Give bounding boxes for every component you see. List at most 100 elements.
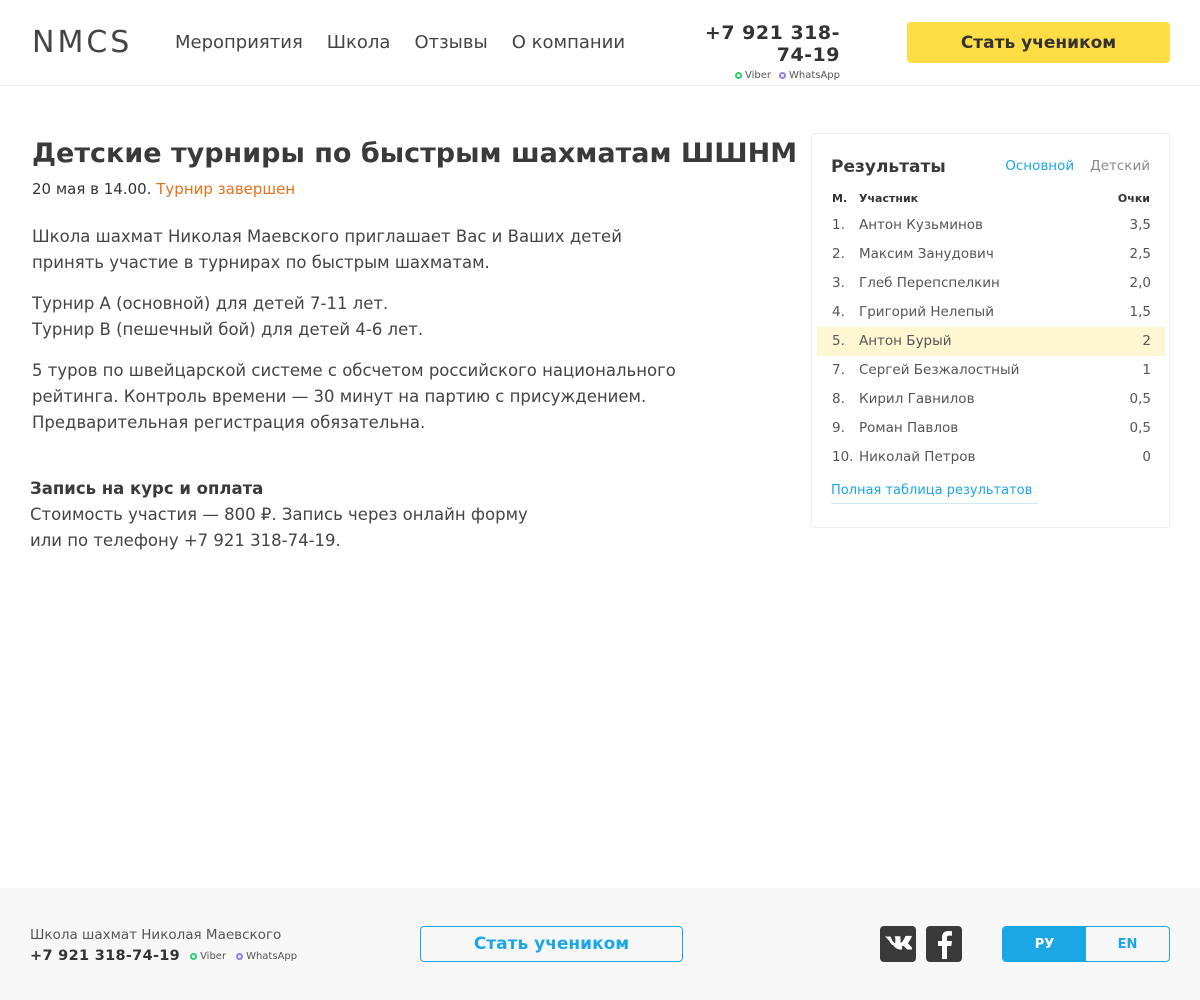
logo[interactable]: NMCS	[32, 26, 132, 60]
footer-become-student-button[interactable]: Стать учеником	[420, 926, 683, 962]
viber-link[interactable]: Viber	[190, 951, 226, 962]
event-status: Турнир завершен	[156, 180, 296, 198]
col-points: Очки	[1117, 192, 1150, 205]
header-messengers: Viber WhatsApp	[674, 70, 840, 81]
row-name: Максим Занудович	[859, 246, 994, 262]
viber-label: Viber	[744, 70, 771, 81]
event-date-line: 20 мая в 14.00. Турнир завершен	[32, 178, 295, 200]
tab-kids[interactable]: Детский	[1090, 158, 1150, 174]
row-points: 2,5	[1129, 246, 1151, 262]
row-place: 4.	[832, 304, 845, 320]
row-place: 5.	[832, 333, 845, 349]
event-rules: 5 туров по швейцарской системе с обсчето…	[32, 358, 732, 436]
site-header: NMCS Мероприятия Школа Отзывы О компании…	[0, 0, 1200, 86]
tournament-a: Турнир А (основной) для детей 7-11 лет.	[32, 294, 389, 313]
table-row: 3. Глеб Перепспелкин 2,0	[817, 269, 1165, 298]
row-points: 0,5	[1129, 420, 1151, 436]
table-row: 9. Роман Павлов 0,5	[817, 414, 1165, 443]
row-place: 2.	[832, 246, 845, 262]
nav-item-about[interactable]: О компании	[512, 30, 625, 56]
nav-item-reviews[interactable]: Отзывы	[414, 30, 487, 56]
viber-dot-icon	[734, 72, 742, 79]
table-row: 7. Сергей Безжалостный 1	[817, 356, 1165, 385]
vk-icon	[885, 935, 912, 950]
lang-en[interactable]: EN	[1086, 927, 1169, 961]
row-points: 0,5	[1129, 391, 1151, 407]
nav-item-school[interactable]: Школа	[327, 30, 391, 56]
row-name: Сергей Безжалостный	[859, 362, 1020, 378]
whatsapp-link[interactable]: WhatsApp	[778, 70, 840, 81]
viber-label: Viber	[200, 950, 227, 962]
whatsapp-dot-icon	[778, 72, 786, 79]
header-contacts: +7 921 318-74-19 Viber WhatsApp	[674, 22, 840, 81]
viber-dot-icon	[190, 952, 198, 960]
row-name: Антон Бурый	[859, 333, 952, 349]
results-panel: Результаты Основной Детский М. Участник …	[811, 133, 1170, 528]
intro-line: принять участие в турнирах по быстрым ша…	[32, 253, 490, 272]
row-name: Антон Кузьминов	[859, 217, 984, 233]
main-nav: Мероприятия Школа Отзывы О компании	[175, 30, 625, 56]
tab-main[interactable]: Основной	[1005, 158, 1074, 174]
table-row: 10. Николай Петров 0	[817, 443, 1165, 472]
registration-line: или по телефону +7 921 318-74-19.	[30, 531, 341, 550]
table-row: 1. Антон Кузьминов 3,5	[817, 211, 1165, 240]
header-phone[interactable]: +7 921 318-74-19	[674, 22, 840, 66]
row-points: 0	[1142, 449, 1151, 465]
footer-contacts: +7 921 318-74-19 Viber WhatsApp	[30, 948, 297, 964]
table-row: 2. Максим Занудович 2,5	[817, 240, 1165, 269]
col-place: М.	[832, 192, 848, 205]
footer-messengers: Viber WhatsApp	[190, 951, 297, 962]
row-points: 1	[1142, 362, 1151, 378]
event-intro: Школа шахмат Николая Маевского приглашае…	[32, 224, 732, 276]
become-student-button[interactable]: Стать учеником	[907, 22, 1170, 63]
registration-text: Стоимость участия — 800 ₽. Запись через …	[30, 502, 550, 554]
results-table-header: М. Участник Очки	[832, 192, 1150, 210]
intro-line: Школа шахмат Николая Маевского приглашае…	[32, 227, 622, 246]
rules-line: рейтинга. Контроль времени — 30 минут на…	[32, 387, 647, 406]
row-points: 2,0	[1129, 275, 1151, 291]
results-title: Результаты	[831, 157, 946, 177]
row-place: 9.	[832, 420, 845, 436]
facebook-icon	[938, 931, 952, 959]
row-place: 8.	[832, 391, 845, 407]
row-place: 3.	[832, 275, 845, 291]
nav-item-events[interactable]: Мероприятия	[175, 30, 303, 56]
row-place: 10.	[832, 449, 854, 465]
footer-school-name: Школа шахмат Николая Маевского	[30, 927, 282, 943]
lang-ru[interactable]: РУ	[1003, 927, 1086, 961]
whatsapp-dot-icon	[236, 952, 244, 960]
rules-line: Предварительная регистрация обязательна.	[32, 413, 426, 432]
full-results-link[interactable]: Полная таблица результатов	[831, 482, 1039, 504]
event-date: 20 мая в 14.00.	[32, 180, 152, 198]
page-title: Детские турниры по быстрым шахматам ШШНМ	[32, 138, 798, 169]
tournament-b: Турнир В (пешечный бой) для детей 4-6 ле…	[32, 320, 424, 339]
table-row-highlighted: 5. Антон Бурый 2	[817, 327, 1165, 356]
row-name: Глеб Перепспелкин	[859, 275, 1000, 291]
row-name: Николай Петров	[859, 449, 976, 465]
whatsapp-label: WhatsApp	[788, 70, 840, 81]
row-name: Роман Павлов	[859, 420, 959, 436]
registration-title: Запись на курс и оплата	[30, 479, 264, 498]
whatsapp-label: WhatsApp	[246, 950, 298, 962]
row-points: 2	[1142, 333, 1151, 349]
results-tabs: Основной Детский	[1005, 158, 1150, 174]
whatsapp-link[interactable]: WhatsApp	[236, 951, 297, 962]
results-table-body: 1. Антон Кузьминов 3,5 2. Максим Занудович 2…	[817, 211, 1165, 472]
row-name: Григорий Нелепый	[859, 304, 994, 320]
row-place: 1.	[832, 217, 845, 233]
table-row: 4. Григорий Нелепый 1,5	[817, 298, 1165, 327]
row-points: 3,5	[1129, 217, 1151, 233]
row-place: 7.	[832, 362, 845, 378]
footer-phone[interactable]: +7 921 318-74-19	[30, 948, 180, 964]
language-switcher: РУ EN	[1002, 926, 1170, 962]
viber-link[interactable]: Viber	[734, 70, 771, 81]
registration-line: Стоимость участия — 800 ₽. Запись через …	[30, 505, 528, 524]
vk-link[interactable]	[880, 926, 916, 962]
rules-line: 5 туров по швейцарской системе с обсчето…	[32, 361, 676, 380]
col-participant: Участник	[859, 192, 919, 205]
table-row: 8. Кирил Гавнилов 0,5	[817, 385, 1165, 414]
event-tournaments: Турнир А (основной) для детей 7-11 лет. …	[32, 291, 732, 343]
facebook-link[interactable]	[926, 926, 962, 962]
row-points: 1,5	[1129, 304, 1151, 320]
row-name: Кирил Гавнилов	[859, 391, 975, 407]
